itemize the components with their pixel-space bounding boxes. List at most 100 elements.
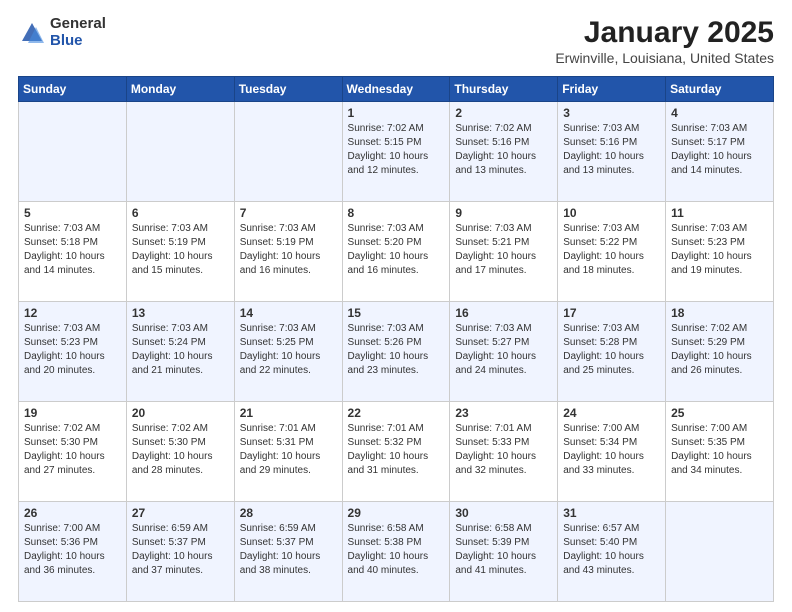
day-number: 27: [132, 506, 229, 520]
day-info: Sunrise: 7:03 AM Sunset: 5:28 PM Dayligh…: [563, 322, 660, 378]
day-number: 30: [455, 506, 552, 520]
day-number: 23: [455, 406, 552, 420]
table-row: 9Sunrise: 7:03 AM Sunset: 5:21 PM Daylig…: [450, 202, 558, 302]
table-row: 6 Sunrise: 7:03 AM Sunset: 5:19 PM Daylig…: [126, 202, 234, 302]
day-info: Sunrise: 7:01 AM Sunset: 5:33 PM Dayligh…: [455, 422, 552, 478]
table-row: 30Sunrise: 6:58 AM Sunset: 5:39 PM Dayli…: [450, 502, 558, 602]
table-row: 25Sunrise: 7:00 AM Sunset: 5:35 PM Dayli…: [666, 402, 774, 502]
table-row: 22Sunrise: 7:01 AM Sunset: 5:32 PM Dayli…: [342, 402, 450, 502]
day-info: Sunrise: 7:03 AM Sunset: 5:25 PM Dayligh…: [240, 322, 337, 378]
table-row: 26Sunrise: 7:00 AM Sunset: 5:36 PM Dayli…: [19, 502, 127, 602]
day-info: Sunrise: 7:02 AM Sunset: 5:30 PM Dayligh…: [24, 422, 121, 478]
day-number: 14: [240, 306, 337, 320]
header: General Blue January 2025 Erwinville, Lo…: [18, 16, 774, 66]
day-info: Sunrise: 7:02 AM Sunset: 5:30 PM Dayligh…: [132, 422, 229, 478]
week-row-4: 19 Sunrise: 7:02 AM Sunset: 5:30 PM Dayli…: [19, 402, 774, 502]
day-number: 19: [24, 406, 121, 420]
table-row: 24 Sunrise: 7:00 AM Sunset: 5:34 PM Dayli…: [558, 402, 666, 502]
day-info: Sunrise: 6:58 AM Sunset: 5:38 PM Dayligh…: [348, 522, 445, 578]
day-info: Sunrise: 7:03 AM Sunset: 5:24 PM Dayligh…: [132, 322, 229, 378]
table-row: 18 Sunrise: 7:02 AM Sunset: 5:29 PM Dayli…: [666, 302, 774, 402]
col-thursday: Thursday: [450, 77, 558, 102]
day-number: 24: [563, 406, 660, 420]
logo-blue-label: Blue: [50, 33, 106, 50]
day-number: 5: [24, 206, 121, 220]
logo-text: General Blue: [50, 16, 106, 49]
day-info: Sunrise: 7:03 AM Sunset: 5:27 PM Dayligh…: [455, 322, 552, 378]
day-number: 1: [348, 106, 445, 120]
day-info: Sunrise: 7:02 AM Sunset: 5:15 PM Dayligh…: [348, 122, 445, 178]
day-number: 11: [671, 206, 768, 220]
table-row: 10 Sunrise: 7:03 AM Sunset: 5:22 PM Dayli…: [558, 202, 666, 302]
day-number: 17: [563, 306, 660, 320]
day-number: 29: [348, 506, 445, 520]
day-number: 18: [671, 306, 768, 320]
table-row: 27Sunrise: 6:59 AM Sunset: 5:37 PM Dayli…: [126, 502, 234, 602]
table-row: 8 Sunrise: 7:03 AM Sunset: 5:20 PM Daylig…: [342, 202, 450, 302]
day-number: 12: [24, 306, 121, 320]
table-row: [126, 102, 234, 202]
table-row: 3 Sunrise: 7:03 AM Sunset: 5:16 PM Daylig…: [558, 102, 666, 202]
table-row: 28 Sunrise: 6:59 AM Sunset: 5:37 PM Dayli…: [234, 502, 342, 602]
table-row: [19, 102, 127, 202]
day-info: Sunrise: 7:02 AM Sunset: 5:16 PM Dayligh…: [455, 122, 552, 178]
day-number: 4: [671, 106, 768, 120]
day-info: Sunrise: 7:03 AM Sunset: 5:19 PM Dayligh…: [132, 222, 229, 278]
day-info: Sunrise: 7:03 AM Sunset: 5:23 PM Dayligh…: [671, 222, 768, 278]
table-row: 16 Sunrise: 7:03 AM Sunset: 5:27 PM Dayli…: [450, 302, 558, 402]
day-number: 25: [671, 406, 768, 420]
day-info: Sunrise: 6:57 AM Sunset: 5:40 PM Dayligh…: [563, 522, 660, 578]
day-number: 28: [240, 506, 337, 520]
col-saturday: Saturday: [666, 77, 774, 102]
day-info: Sunrise: 7:03 AM Sunset: 5:22 PM Dayligh…: [563, 222, 660, 278]
table-row: 29 Sunrise: 6:58 AM Sunset: 5:38 PM Dayli…: [342, 502, 450, 602]
day-number: 21: [240, 406, 337, 420]
table-row: 15 Sunrise: 7:03 AM Sunset: 5:26 PM Dayli…: [342, 302, 450, 402]
page: General Blue January 2025 Erwinville, Lo…: [0, 0, 792, 612]
week-row-1: 1 Sunrise: 7:02 AM Sunset: 5:15 PM Daylig…: [19, 102, 774, 202]
header-row: Sunday Monday Tuesday Wednesday Thursday…: [19, 77, 774, 102]
day-number: 16: [455, 306, 552, 320]
day-number: 31: [563, 506, 660, 520]
day-info: Sunrise: 7:00 AM Sunset: 5:34 PM Dayligh…: [563, 422, 660, 478]
table-row: 13 Sunrise: 7:03 AM Sunset: 5:24 PM Dayli…: [126, 302, 234, 402]
logo: General Blue: [18, 16, 106, 49]
day-number: 8: [348, 206, 445, 220]
calendar-title: January 2025: [555, 16, 774, 50]
day-info: Sunrise: 7:03 AM Sunset: 5:26 PM Dayligh…: [348, 322, 445, 378]
table-row: 14 Sunrise: 7:03 AM Sunset: 5:25 PM Dayli…: [234, 302, 342, 402]
day-info: Sunrise: 7:02 AM Sunset: 5:29 PM Dayligh…: [671, 322, 768, 378]
day-number: 22: [348, 406, 445, 420]
week-row-2: 5 Sunrise: 7:03 AM Sunset: 5:18 PM Daylig…: [19, 202, 774, 302]
table-row: 21 Sunrise: 7:01 AM Sunset: 5:31 PM Dayli…: [234, 402, 342, 502]
table-row: 4Sunrise: 7:03 AM Sunset: 5:17 PM Daylig…: [666, 102, 774, 202]
day-number: 6: [132, 206, 229, 220]
day-info: Sunrise: 7:03 AM Sunset: 5:16 PM Dayligh…: [563, 122, 660, 178]
calendar-location: Erwinville, Louisiana, United States: [555, 50, 774, 66]
day-number: 3: [563, 106, 660, 120]
title-block: January 2025 Erwinville, Louisiana, Unit…: [555, 16, 774, 66]
col-monday: Monday: [126, 77, 234, 102]
col-friday: Friday: [558, 77, 666, 102]
day-info: Sunrise: 6:59 AM Sunset: 5:37 PM Dayligh…: [240, 522, 337, 578]
day-number: 20: [132, 406, 229, 420]
week-row-3: 12Sunrise: 7:03 AM Sunset: 5:23 PM Dayli…: [19, 302, 774, 402]
logo-general-label: General: [50, 16, 106, 33]
day-number: 15: [348, 306, 445, 320]
col-sunday: Sunday: [19, 77, 127, 102]
table-row: 1 Sunrise: 7:02 AM Sunset: 5:15 PM Daylig…: [342, 102, 450, 202]
calendar-table: Sunday Monday Tuesday Wednesday Thursday…: [18, 76, 774, 602]
table-row: 19 Sunrise: 7:02 AM Sunset: 5:30 PM Dayli…: [19, 402, 127, 502]
table-row: 11 Sunrise: 7:03 AM Sunset: 5:23 PM Dayli…: [666, 202, 774, 302]
day-number: 13: [132, 306, 229, 320]
day-number: 7: [240, 206, 337, 220]
day-number: 10: [563, 206, 660, 220]
day-info: Sunrise: 7:00 AM Sunset: 5:36 PM Dayligh…: [24, 522, 121, 578]
table-row: 12Sunrise: 7:03 AM Sunset: 5:23 PM Dayli…: [19, 302, 127, 402]
day-info: Sunrise: 7:01 AM Sunset: 5:31 PM Dayligh…: [240, 422, 337, 478]
day-info: Sunrise: 7:03 AM Sunset: 5:20 PM Dayligh…: [348, 222, 445, 278]
col-tuesday: Tuesday: [234, 77, 342, 102]
table-row: [666, 502, 774, 602]
day-info: Sunrise: 7:03 AM Sunset: 5:18 PM Dayligh…: [24, 222, 121, 278]
col-wednesday: Wednesday: [342, 77, 450, 102]
